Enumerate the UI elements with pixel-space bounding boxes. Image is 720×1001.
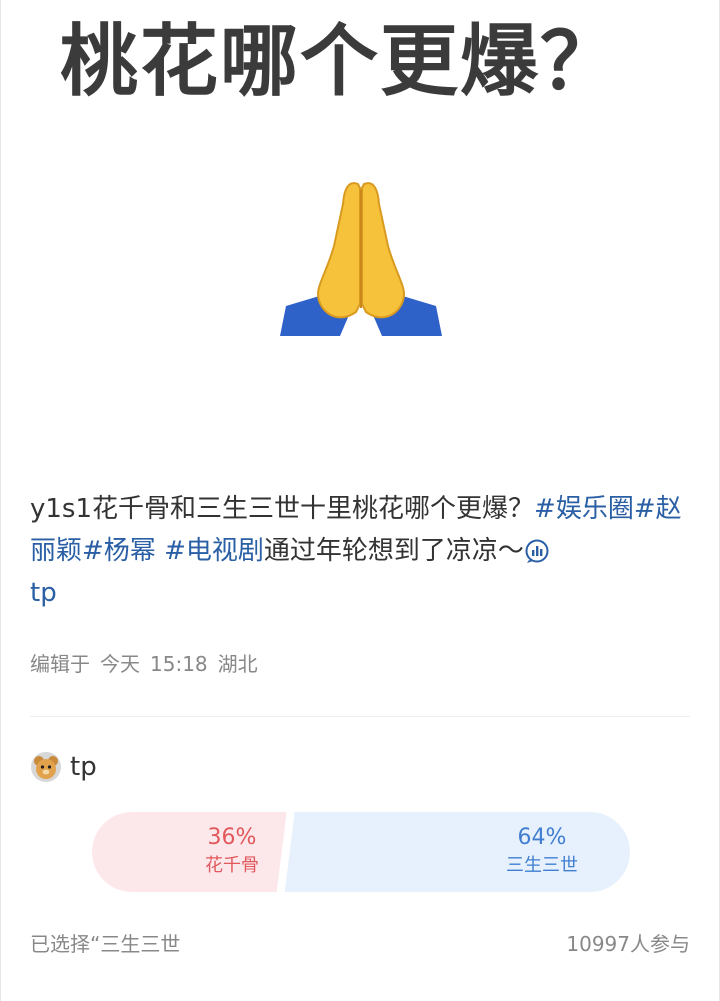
post-suffix: 通过年轮想到了凉凉～ [263, 536, 524, 566]
edit-location: 湖北 [217, 652, 258, 676]
hashtag-yangmi[interactable]: #杨幂 [82, 536, 156, 566]
edit-label: 编辑于 [30, 652, 90, 676]
left-border [0, 0, 1, 1001]
poll-icon [525, 539, 549, 563]
divider [30, 716, 690, 717]
option-b-percent: 64% [517, 825, 567, 850]
post-prefix: y1s1花千骨和三生三世十里桃花哪个更爆？ [30, 494, 535, 524]
poll-title: tp [70, 752, 97, 782]
poll-bar: 36% 花千骨 64% 三生三世 [92, 812, 630, 892]
option-b[interactable]: 64% 三生三世 [462, 826, 622, 878]
edit-day: 今天 [100, 652, 140, 676]
option-a-percent: 36% [207, 825, 257, 850]
selected-status: 已选择“三生三世 [30, 932, 181, 956]
option-a[interactable]: 36% 花千骨 [152, 826, 312, 878]
hero-title: 桃花哪个更爆？ [60, 17, 621, 107]
hashtag-yulequan[interactable]: #娱乐圈 [534, 494, 634, 524]
avatar [31, 752, 61, 782]
folded-hands-icon [280, 182, 442, 336]
option-b-label: 三生三世 [506, 855, 578, 876]
edit-meta: 编辑于 今天 15:18 湖北 [30, 648, 268, 677]
poll-header[interactable]: tp [30, 748, 97, 786]
post-text: y1s1花千骨和三生三世十里桃花哪个更爆？#娱乐圈#赵丽颖#杨幂 #电视剧通过年… [30, 488, 694, 614]
text-fade [186, 924, 232, 958]
option-a-label: 花千骨 [205, 855, 259, 876]
participant-count: 10997人参与 [566, 932, 690, 956]
edit-time: 15:18 [150, 652, 208, 676]
poll-link[interactable]: tp [30, 578, 57, 608]
hashtag-dianshiju[interactable]: #电视剧 [164, 536, 264, 566]
